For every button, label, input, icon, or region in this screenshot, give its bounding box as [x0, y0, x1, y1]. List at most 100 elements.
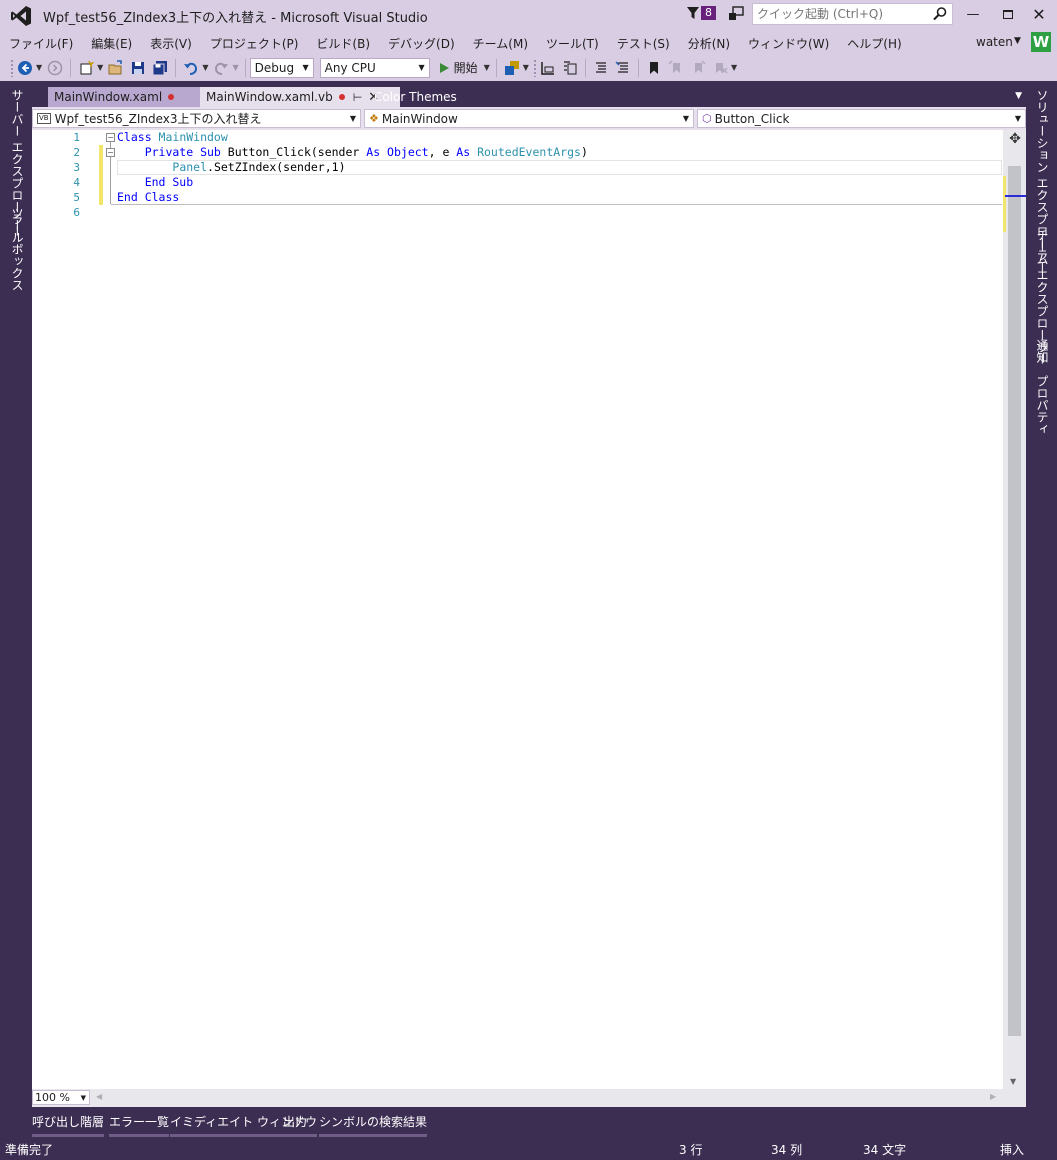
minimize-icon: — — [966, 6, 980, 22]
zoom-select[interactable]: 100 % ▼ — [32, 1090, 90, 1105]
clear-bookmarks-icon[interactable] — [711, 59, 729, 77]
comment-icon[interactable] — [592, 59, 610, 77]
class-select[interactable]: ❖ MainWindow ▼ — [364, 109, 694, 128]
uncomment-icon[interactable] — [614, 59, 632, 77]
tab-call-hierarchy[interactable]: 呼び出し階層 — [32, 1113, 105, 1138]
undo-icon[interactable] — [182, 59, 200, 77]
save-icon[interactable] — [129, 59, 147, 77]
open-folder-icon[interactable] — [107, 59, 125, 77]
horizontal-scrollbar[interactable]: ◀ ▶ — [32, 1089, 1026, 1107]
platform-select[interactable]: Any CPU ▼ — [319, 57, 430, 78]
class-value: MainWindow — [381, 111, 458, 126]
chevron-down-icon[interactable]: ▼ — [202, 63, 208, 72]
start-label: 開始 — [453, 61, 478, 75]
menu-tools[interactable]: ツール(T) — [537, 35, 608, 52]
code-token: RoutedEventArgs — [477, 145, 581, 159]
menu-project[interactable]: プロジェクト(P) — [201, 35, 308, 52]
code-line[interactable]: End Class — [117, 190, 179, 205]
menu-view[interactable]: 表示(V) — [141, 35, 201, 52]
menu-debug[interactable]: デバッグ(D) — [379, 35, 464, 52]
code-line[interactable]: End Sub — [117, 175, 193, 190]
chevron-down-icon: ▼ — [80, 1093, 86, 1102]
feedback-icon[interactable] — [728, 6, 744, 22]
class-icon: ❖ — [369, 112, 379, 125]
code-editor[interactable]: 1 2 3 4 5 6 − − Class MainWindow Private… — [32, 130, 1026, 1089]
quick-launch-box[interactable] — [752, 3, 953, 25]
tab-output[interactable]: 出力 — [283, 1113, 308, 1138]
toolbar-grip[interactable] — [10, 58, 14, 77]
line-number: 1 — [73, 131, 80, 144]
chevron-down-icon[interactable]: ▼ — [97, 63, 103, 72]
pin-icon[interactable]: ⊢ — [353, 91, 363, 104]
next-bookmark-icon[interactable] — [689, 59, 707, 77]
tab-mainwindow-xaml[interactable]: MainWindow.xaml — [48, 87, 200, 107]
toolbar-grip[interactable] — [532, 58, 537, 77]
tab-error-list[interactable]: エラー一覧 — [109, 1113, 170, 1138]
menu-analyze[interactable]: 分析(N) — [679, 35, 739, 52]
member-select[interactable]: ⬡ Button_Click ▼ — [697, 109, 1026, 128]
menu-team[interactable]: チーム(M) — [464, 35, 537, 52]
tab-find-symbol-results[interactable]: シンボルの検索結果 — [319, 1113, 428, 1138]
menu-window[interactable]: ウィンドウ(W) — [739, 35, 838, 52]
collapse-sub-icon[interactable]: − — [106, 148, 115, 157]
minimize-button[interactable]: — — [955, 0, 991, 28]
avatar[interactable]: W — [1031, 32, 1051, 52]
modified-indicator-icon — [168, 94, 175, 100]
chevron-down-icon[interactable]: ▼ — [232, 63, 238, 72]
tab-color-themes[interactable]: Color Themes — [368, 87, 463, 107]
toolbar-overflow-icon[interactable]: ▼ — [731, 63, 737, 72]
menu-help[interactable]: ヘルプ(H) — [838, 35, 910, 52]
toolbar-overflow-icon[interactable]: ▼ — [523, 63, 529, 72]
properties-tab[interactable]: プロパティ — [1034, 375, 1051, 435]
bookmark-icon[interactable] — [645, 59, 663, 77]
step-over-icon[interactable] — [561, 59, 579, 77]
configuration-select[interactable]: Debug ▼ — [249, 57, 314, 78]
scroll-left-icon[interactable]: ◀ — [96, 1092, 102, 1101]
find-in-files-icon[interactable] — [503, 59, 521, 77]
scroll-down-icon[interactable]: ▼ — [1010, 1077, 1016, 1086]
save-all-icon[interactable] — [151, 59, 169, 77]
code-token: ) — [580, 145, 588, 159]
chevron-down-icon[interactable]: ▼ — [484, 63, 490, 72]
search-icon[interactable] — [932, 6, 948, 22]
code-line[interactable]: Panel.SetZIndex(sender,1) — [117, 160, 345, 175]
tab-overflow-chevron-icon[interactable]: ▼ — [1015, 91, 1022, 101]
back-icon[interactable] — [16, 59, 34, 77]
split-window-icon[interactable]: ✥ — [1004, 130, 1026, 147]
code-token: As — [456, 145, 478, 159]
user-name[interactable]: waten — [976, 35, 1013, 49]
chevron-down-icon[interactable]: ▼ — [1014, 36, 1021, 46]
new-project-icon[interactable] — [77, 59, 95, 77]
quick-launch-input[interactable] — [757, 7, 927, 21]
menu-test[interactable]: テスト(S) — [608, 35, 679, 52]
platform-value: Any CPU — [324, 60, 376, 75]
redo-icon[interactable] — [212, 59, 230, 77]
step-into-icon[interactable] — [539, 59, 557, 77]
status-line: 3 行 — [679, 1143, 703, 1157]
code-line[interactable]: Class MainWindow — [117, 130, 228, 145]
scroll-right-icon[interactable]: ▶ — [990, 1092, 996, 1101]
menu-bar: ファイル(F) 編集(E) 表示(V) プロジェクト(P) ビルド(B) デバッ… — [0, 32, 1057, 54]
collapse-class-icon[interactable]: − — [106, 133, 115, 142]
project-select[interactable]: VB Wpf_test56_ZIndex3上下の入れ替え ▼ — [32, 109, 361, 128]
vertical-scrollbar[interactable]: ▼ — [1003, 130, 1026, 1089]
toolbox-tab[interactable]: ツールボックス — [9, 207, 26, 291]
forward-icon[interactable] — [46, 59, 64, 77]
code-line[interactable]: Private Sub Button_Click(sender As Objec… — [117, 145, 588, 160]
previous-bookmark-icon[interactable] — [667, 59, 685, 77]
chevron-down-icon[interactable]: ▼ — [36, 63, 42, 72]
menu-file[interactable]: ファイル(F) — [0, 35, 82, 52]
chevron-down-icon: ▼ — [682, 114, 689, 123]
menu-edit[interactable]: 編集(E) — [82, 35, 141, 52]
menu-build[interactable]: ビルド(B) — [307, 35, 379, 52]
visual-studio-logo-icon — [9, 4, 33, 28]
notifications-tab[interactable]: 通知 — [1034, 339, 1051, 363]
notifications-button[interactable]: 8 — [686, 6, 716, 20]
change-tracking-bar — [99, 145, 103, 205]
start-debugging-button[interactable]: 開始 — [438, 59, 478, 76]
close-window-button[interactable]: ✕ — [1021, 0, 1057, 28]
code-token: Private Sub — [117, 145, 228, 159]
line-number-gutter: 1 2 3 4 5 6 — [32, 130, 112, 1089]
vertical-scrollbar-thumb[interactable] — [1008, 166, 1021, 1036]
